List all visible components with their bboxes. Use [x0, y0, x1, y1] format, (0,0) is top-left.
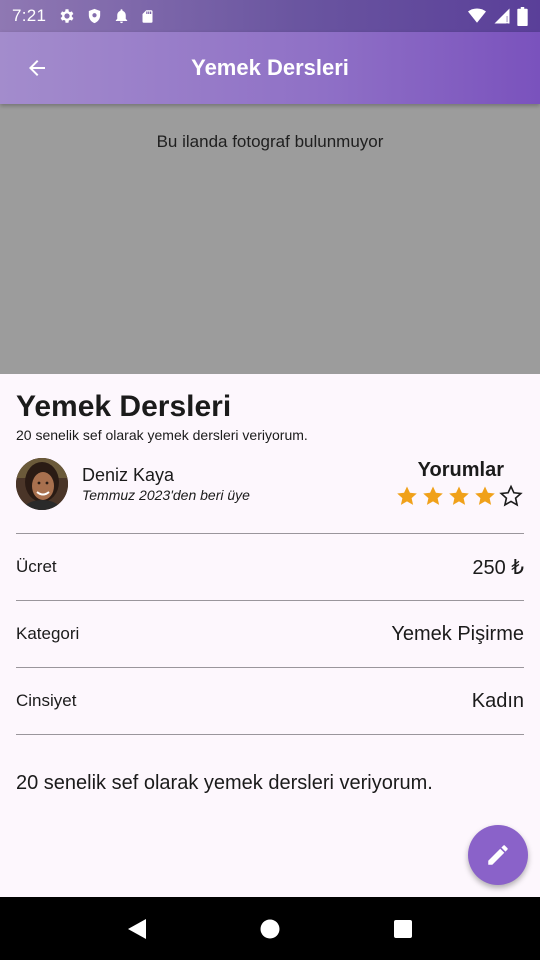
user-name[interactable]: Deniz Kaya [82, 465, 174, 486]
listing-title: Yemek Dersleri [16, 390, 232, 423]
photo-placeholder: Bu ilanda fotograf bulunmuyor [0, 104, 540, 374]
category-label: Kategori [16, 624, 80, 643]
category-value: Yemek Pişirme [391, 622, 524, 645]
system-nav-bar [0, 897, 540, 960]
star-filled-icon [397, 486, 417, 505]
price-value: 250 ₺ [472, 556, 524, 579]
listing-description: 20 senelik sef olarak yemek dersleri ver… [16, 772, 433, 794]
back-triangle-icon [127, 918, 146, 939]
gender-row: Cinsiyet Kadın [16, 667, 524, 734]
nav-recents-button[interactable] [379, 905, 427, 953]
settings-icon [60, 9, 74, 23]
back-button[interactable] [13, 44, 61, 92]
category-row: Kategori Yemek Pişirme [16, 600, 524, 667]
home-circle-icon [260, 919, 280, 938]
status-system-icons [467, 6, 528, 26]
avatar-photo [16, 458, 68, 510]
battery-icon [517, 6, 528, 26]
shield-icon [89, 8, 101, 24]
status-notification-icons [58, 7, 155, 25]
edit-icon [488, 845, 508, 865]
listing-subtitle: 20 senelik sef olarak yemek dersleri ver… [16, 427, 308, 443]
no-photo-message: Bu ilanda fotograf bulunmuyor [156, 132, 384, 151]
sd-card-icon [142, 9, 153, 23]
wifi-icon [468, 8, 486, 23]
edit-fab-button[interactable] [468, 825, 528, 885]
status-time: 7:21 [12, 6, 47, 25]
back-arrow-icon [29, 60, 45, 76]
price-row: Ücret 250 ₺ [16, 533, 524, 600]
star-filled-icon [423, 486, 443, 505]
status-bar: 7:21 [0, 0, 540, 32]
star-filled-icon [449, 486, 469, 505]
star-filled-icon [475, 486, 495, 505]
app-bar-title: Yemek Dersleri [191, 55, 349, 80]
reviews-title[interactable]: Yorumlar [418, 459, 504, 482]
listing-details: Yemek Dersleri 20 senelik sef olarak yem… [0, 374, 540, 897]
recents-square-icon [394, 919, 413, 938]
star-empty-icon [499, 484, 523, 507]
gender-value: Kadın [471, 689, 524, 712]
rating-stars[interactable] [395, 484, 523, 508]
divider [16, 734, 524, 735]
nav-back-button[interactable] [113, 905, 161, 953]
avatar[interactable] [16, 458, 68, 510]
price-label: Ücret [16, 557, 57, 576]
app-bar: Yemek Dersleri [0, 32, 540, 104]
notification-icon [116, 9, 128, 24]
nav-home-button[interactable] [246, 905, 294, 953]
member-since: Temmuz 2023'den beri üye [82, 487, 250, 503]
gender-label: Cinsiyet [16, 691, 77, 710]
signal-icon [494, 8, 510, 24]
